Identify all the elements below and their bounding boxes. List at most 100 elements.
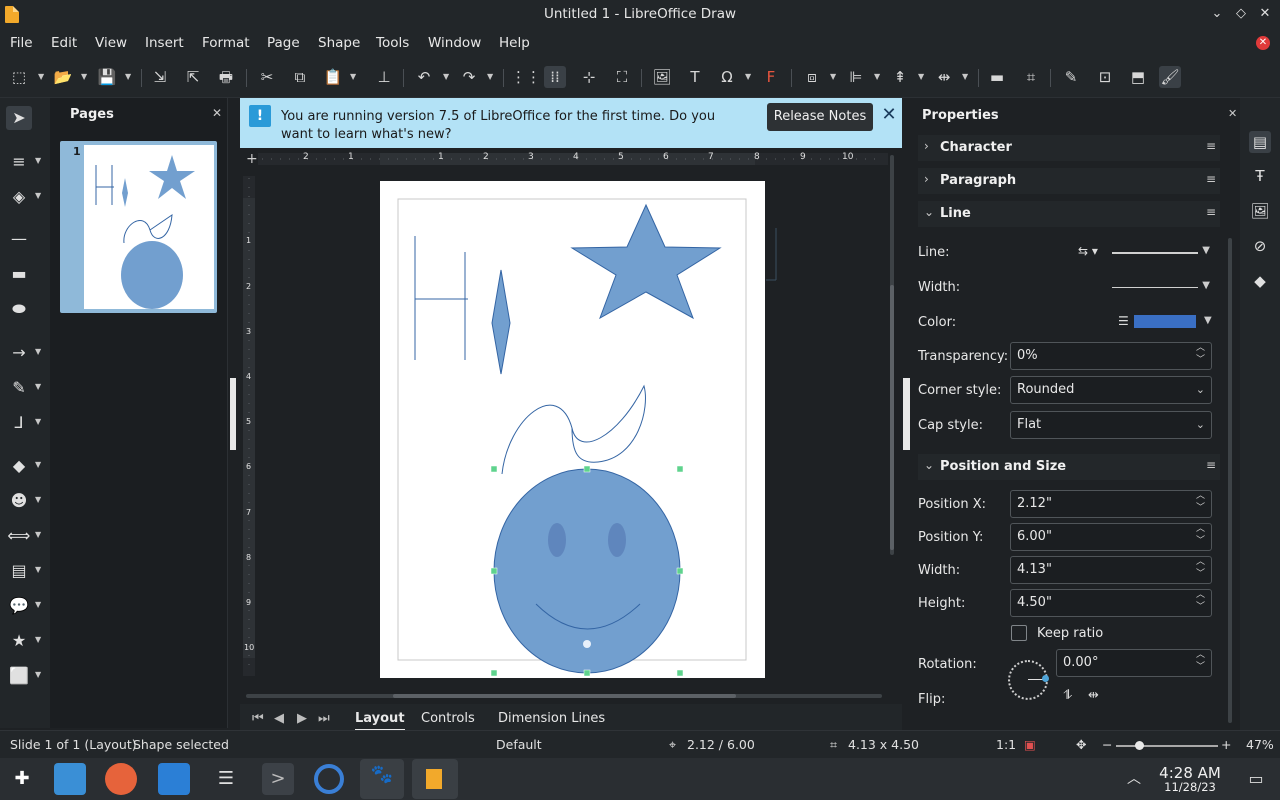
undo-dropdown-icon[interactable]: ▼ <box>443 66 451 88</box>
align-icon[interactable]: ⊫ <box>845 66 867 88</box>
fill-color-icon[interactable]: ◈ <box>6 185 32 209</box>
transformations-icon[interactable]: ⧈ <box>801 66 823 88</box>
3d-objects-dropdown-icon[interactable]: ▼ <box>35 670 43 679</box>
toggle-extrusion-icon[interactable]: ⬒ <box>1127 66 1149 88</box>
properties-close-icon[interactable]: ✕ <box>1228 107 1237 120</box>
zoom-level[interactable]: 47% <box>1246 737 1274 752</box>
cap-style-select[interactable]: Flat ⌄ <box>1010 411 1212 439</box>
menu-insert[interactable]: Insert <box>145 35 184 51</box>
show-desktop-icon[interactable]: ▭ <box>1240 763 1272 795</box>
transparency-spinbox[interactable]: 0% ︿ ﹀ <box>1010 342 1212 370</box>
tray-expand-icon[interactable]: ︿ <box>1118 763 1150 795</box>
menu-window[interactable]: Window <box>428 35 481 51</box>
clock[interactable]: 4:28 AM 11/28/23 <box>1150 764 1230 794</box>
save-icon[interactable]: 💾 <box>96 66 118 88</box>
menu-format[interactable]: Format <box>202 35 250 51</box>
fit-page-icon[interactable]: ✥ <box>1076 737 1086 752</box>
tab-dimension-lines[interactable]: Dimension Lines <box>498 711 605 726</box>
select-tool-icon[interactable]: ➤ <box>6 106 32 130</box>
zoom-page-icon[interactable]: ⛶ <box>611 66 633 88</box>
glue-points-icon[interactable]: ⊡ <box>1094 66 1116 88</box>
position-y-spinbox[interactable]: 6.00" ︿ ﹀ <box>1010 523 1212 551</box>
rectangle-tool-icon[interactable]: ▬ <box>6 262 32 286</box>
insert-image-icon[interactable]: 🖼 <box>651 66 673 88</box>
section-position-size[interactable]: ⌄ Position and Size ≡ <box>918 454 1220 480</box>
block-arrows-icon[interactable]: ⟺ <box>6 524 32 548</box>
discover-store-icon[interactable] <box>158 763 190 795</box>
line-width-dropdown[interactable]: ▼ <box>1112 280 1212 295</box>
file-manager-icon[interactable] <box>54 763 86 795</box>
tab-layout[interactable]: Layout <box>355 711 405 731</box>
close-icon[interactable]: ✕ <box>1257 6 1273 22</box>
menu-page[interactable]: Page <box>267 35 300 51</box>
connector-dropdown-icon[interactable]: ▼ <box>35 417 43 426</box>
system-settings-icon[interactable]: ☰ <box>210 763 242 795</box>
fontwork-icon[interactable]: F <box>760 66 782 88</box>
section-menu-icon[interactable]: ≡ <box>1206 205 1216 219</box>
arrow-tool-icon[interactable]: → <box>6 341 32 365</box>
prev-tab-icon[interactable]: ◀ <box>274 711 284 726</box>
grid-icon[interactable]: ⋮⋮ <box>511 66 541 88</box>
gallery-tab-icon[interactable]: 🖼 <box>1249 200 1271 222</box>
line-color-swatch[interactable] <box>1134 315 1196 328</box>
redo-icon[interactable]: ↷ <box>458 66 480 88</box>
gimp-icon[interactable]: 🐾 <box>360 759 404 799</box>
save-dropdown-icon[interactable]: ▼ <box>125 66 133 88</box>
menu-shape[interactable]: Shape <box>318 35 360 51</box>
clone-formatting-icon[interactable]: ⊥ <box>373 66 395 88</box>
curve-tool-icon[interactable]: ✎ <box>6 376 32 400</box>
arrange-dropdown-icon[interactable]: ▼ <box>918 66 926 88</box>
shadow-icon[interactable]: ▬ <box>986 66 1008 88</box>
undo-icon[interactable]: ↶ <box>413 66 435 88</box>
tab-controls[interactable]: Controls <box>421 711 475 726</box>
section-menu-icon[interactable]: ≡ <box>1206 172 1216 186</box>
horizontal-scrollbar[interactable] <box>246 692 882 700</box>
styles-tab-icon[interactable]: Ŧ <box>1249 165 1271 187</box>
copy-icon[interactable]: ⧉ <box>289 66 311 88</box>
paste-icon[interactable]: 📋 <box>322 66 344 88</box>
properties-scrollbar[interactable] <box>1228 238 1232 723</box>
points-icon[interactable]: ✎ <box>1060 66 1082 88</box>
symbol-shapes-dropdown-icon[interactable]: ▼ <box>35 495 43 504</box>
next-tab-icon[interactable]: ▶ <box>297 711 307 726</box>
firefox-icon[interactable] <box>105 763 137 795</box>
special-character-icon[interactable]: Ω <box>716 66 738 88</box>
section-character[interactable]: › Character ≡ <box>918 135 1220 161</box>
zoom-out-icon[interactable]: − <box>1102 737 1112 752</box>
stars-dropdown-icon[interactable]: ▼ <box>35 635 43 644</box>
position-x-spinbox[interactable]: 2.12" ︿ ﹀ <box>1010 490 1212 518</box>
arrow-dropdown-icon[interactable]: ▼ <box>35 347 43 356</box>
export-pdf-icon[interactable]: ⇱ <box>182 66 204 88</box>
section-menu-icon[interactable]: ≡ <box>1206 139 1216 153</box>
vertical-scrollbar[interactable] <box>888 155 896 690</box>
app-launcher-icon[interactable]: ✚ <box>6 763 38 795</box>
symbol-shapes-icon[interactable]: ☻ <box>6 489 32 513</box>
ellipse-tool-icon[interactable]: ⬬ <box>6 297 32 321</box>
vertical-scrollbar-thumb[interactable] <box>890 285 894 550</box>
arrange-icon[interactable]: ⇞ <box>889 66 911 88</box>
arrow-style-icon[interactable]: ⇆ ▾ <box>1078 244 1098 258</box>
flowchart-dropdown-icon[interactable]: ▼ <box>35 565 43 574</box>
stars-icon[interactable]: ★ <box>6 629 32 653</box>
open-dropdown-icon[interactable]: ▼ <box>81 66 89 88</box>
corner-style-select[interactable]: Rounded ⌄ <box>1010 376 1212 404</box>
last-tab-icon[interactable]: ⏭ <box>318 711 330 726</box>
paste-dropdown-icon[interactable]: ▼ <box>350 66 358 88</box>
connector-tool-icon[interactable]: ⅃ <box>6 411 32 435</box>
maximize-icon[interactable]: ◇ <box>1233 6 1249 22</box>
line-color-icon[interactable]: ≡ <box>6 150 32 174</box>
menu-file[interactable]: File <box>10 35 33 51</box>
crop-icon[interactable]: ⌗ <box>1020 66 1042 88</box>
line-style-dropdown[interactable]: ▼ <box>1112 245 1212 260</box>
menu-view[interactable]: View <box>95 35 127 51</box>
line-color-dropdown-icon[interactable]: ▼ <box>35 156 43 165</box>
flip-horizontal-icon[interactable]: ⇹ <box>1088 688 1099 703</box>
section-paragraph[interactable]: › Paragraph ≡ <box>918 168 1220 194</box>
helplines-icon[interactable]: ⁞⁞ <box>544 66 566 88</box>
menu-tools[interactable]: Tools <box>376 35 409 51</box>
horizontal-scrollbar-thumb[interactable] <box>393 694 736 698</box>
zoom-slider[interactable] <box>1116 741 1218 750</box>
align-dropdown-icon[interactable]: ▼ <box>874 66 882 88</box>
basic-shapes-dropdown-icon[interactable]: ▼ <box>35 460 43 469</box>
keep-ratio-checkbox[interactable] <box>1011 625 1027 641</box>
